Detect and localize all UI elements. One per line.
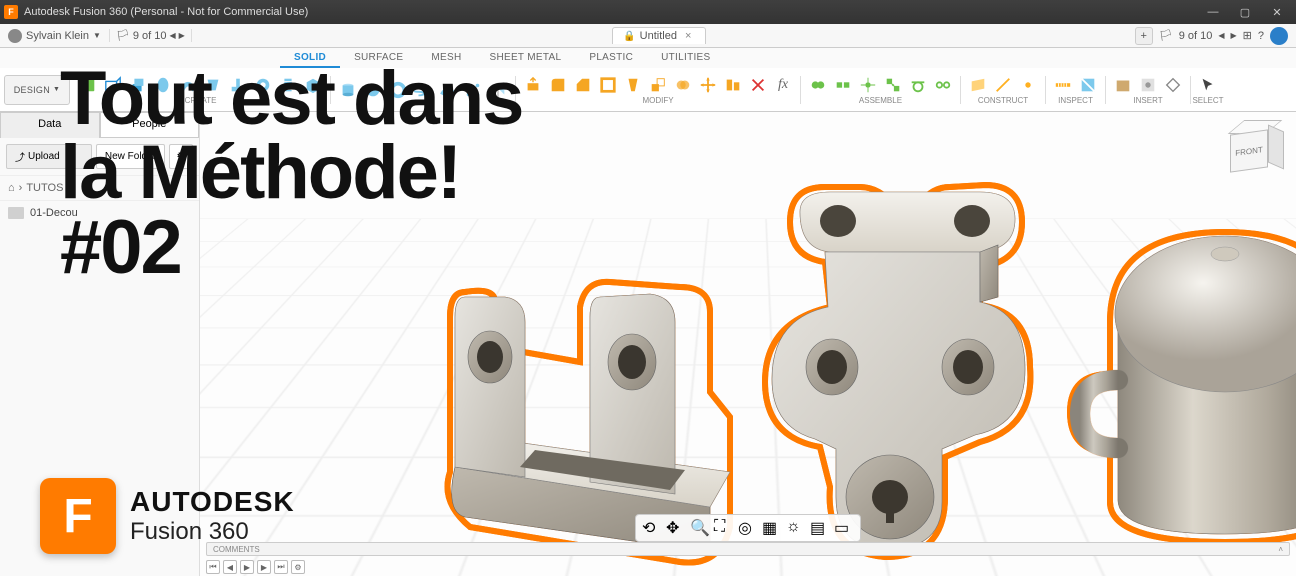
pressPull-icon[interactable] <box>521 73 545 97</box>
fusion-logo-icon: F <box>40 478 116 554</box>
page-next-right-icon[interactable]: ▶ <box>1231 31 1237 40</box>
fit-icon[interactable]: ⛶ <box>714 518 734 538</box>
section-icon[interactable] <box>1076 73 1100 97</box>
zoom-icon[interactable]: 🔍 <box>690 518 710 538</box>
app-icon: F <box>4 5 18 19</box>
timeline: ⏮ ◀ ▶ ▶ ⏭ ⚙ <box>206 560 305 574</box>
page-next-icon[interactable]: ▶ <box>179 31 185 40</box>
effects-icon[interactable]: ☼ <box>786 518 806 538</box>
group-inspect-label: INSPECT <box>1058 96 1093 105</box>
group-assemble-label: ASSEMBLE <box>859 96 902 105</box>
measure-icon[interactable] <box>1051 73 1075 97</box>
app-title: Autodesk Fusion 360 (Personal - Not for … <box>24 6 308 18</box>
viewcube-front[interactable]: FRONT <box>1230 129 1268 172</box>
help-icon[interactable]: ? <box>1258 30 1264 42</box>
select-icon[interactable] <box>1196 73 1220 97</box>
close-button[interactable]: ✕ <box>1262 2 1292 22</box>
hero-line1: Tout est dans <box>60 62 522 136</box>
tab-utilities[interactable]: UTILITIES <box>647 49 724 68</box>
joint-origin-icon[interactable] <box>856 73 880 97</box>
viewcube[interactable]: FRONT <box>1226 120 1282 176</box>
notification-icon[interactable]: 🏳 <box>116 29 130 42</box>
hero-text: Tout est dans la Méthode! #02 <box>60 62 522 285</box>
user-name: Sylvain Klein <box>26 30 89 42</box>
parameters-icon[interactable]: fx <box>771 73 795 97</box>
fillet-icon[interactable] <box>546 73 570 97</box>
motion-link-icon[interactable] <box>931 73 955 97</box>
page-prev-right-icon[interactable]: ◀ <box>1218 31 1224 40</box>
joint-icon[interactable] <box>806 73 830 97</box>
minimize-button[interactable]: ― <box>1198 2 1228 22</box>
hero-line2: la Méthode! <box>60 136 522 210</box>
grid-icon[interactable]: ▤ <box>810 518 830 538</box>
tangent-icon[interactable] <box>906 73 930 97</box>
insert-decal-icon[interactable] <box>1136 73 1160 97</box>
lookAt-icon[interactable]: ◎ <box>738 518 758 538</box>
scale-icon[interactable] <box>646 73 670 97</box>
timeline-next-icon[interactable]: ▶ <box>257 560 271 574</box>
orbit-icon[interactable]: ⟲ <box>642 518 662 538</box>
extensions-icon[interactable]: ⊞ <box>1243 29 1252 42</box>
user-dropdown-icon[interactable]: ▼ <box>93 31 101 40</box>
tab-plastic[interactable]: PLASTIC <box>575 49 647 68</box>
shell-icon[interactable] <box>596 73 620 97</box>
group-modify-label: MODIFY <box>642 96 673 105</box>
group-select-label: SELECT <box>1192 96 1223 105</box>
axis-icon[interactable] <box>991 73 1015 97</box>
maximize-button[interactable]: ▢ <box>1230 2 1260 22</box>
logo-block: F AUTODESK Fusion 360 <box>40 478 295 554</box>
timeline-settings-icon[interactable]: ⚙ <box>291 560 305 574</box>
timeline-prev-icon[interactable]: ◀ <box>223 560 237 574</box>
hero-line3: #02 <box>60 211 522 285</box>
group-construct-label: CONSTRUCT <box>978 96 1028 105</box>
model-mug <box>1060 202 1296 562</box>
upload-label: Upload <box>28 151 60 162</box>
insert-mesh-icon[interactable] <box>1161 73 1185 97</box>
page-nav-label: 9 of 10 <box>133 30 167 42</box>
page-prev-icon[interactable]: ◀ <box>170 31 176 40</box>
chevron-up-icon[interactable]: ˄ <box>1278 545 1283 554</box>
draft-icon[interactable] <box>621 73 645 97</box>
group-insert-label: INSERT <box>1133 96 1162 105</box>
insert-derive-icon[interactable] <box>1111 73 1135 97</box>
timeline-play-icon[interactable]: ▶ <box>240 560 254 574</box>
document-tab[interactable]: 🔒 Untitled × <box>612 27 706 44</box>
logo-brand: AUTODESK <box>130 486 295 518</box>
delete-icon[interactable] <box>746 73 770 97</box>
notification-icon-right[interactable]: 🏳 <box>1159 29 1173 42</box>
lock-icon: 🔒 <box>623 31 635 42</box>
timeline-end-icon[interactable]: ⏭ <box>274 560 288 574</box>
account-avatar[interactable] <box>1270 27 1288 45</box>
asbuilt-icon[interactable] <box>831 73 855 97</box>
folder-icon <box>8 207 24 219</box>
pan-icon[interactable]: ✥ <box>666 518 686 538</box>
point-icon[interactable] <box>1016 73 1040 97</box>
plane-icon[interactable] <box>966 73 990 97</box>
upload-icon: ⤴ <box>15 149 25 164</box>
display-icon[interactable]: ▦ <box>762 518 782 538</box>
home-icon[interactable]: ⌂ <box>8 182 15 194</box>
workspace-label: DESIGN <box>14 85 50 95</box>
logo-product: Fusion 360 <box>130 518 295 546</box>
view-navigation-bar: ⟲ ✥ 🔍 ⛶ ◎ ▦ ☼ ▤ ▭ <box>635 514 861 542</box>
comments-bar[interactable]: COMMENTS ˄ <box>206 542 1290 556</box>
align-icon[interactable] <box>721 73 745 97</box>
document-name: Untitled <box>640 30 677 42</box>
new-tab-button[interactable]: + <box>1135 27 1153 45</box>
user-avatar-icon[interactable] <box>8 29 22 43</box>
combine-icon[interactable] <box>671 73 695 97</box>
close-tab-icon[interactable]: × <box>681 30 695 42</box>
viewport-icon[interactable]: ▭ <box>834 518 854 538</box>
breadcrumb-label[interactable]: TUTOS <box>26 182 63 194</box>
chamfer-icon[interactable] <box>571 73 595 97</box>
rigid-group-icon[interactable] <box>881 73 905 97</box>
page-nav-right-label: 9 of 10 <box>1179 30 1213 42</box>
timeline-start-icon[interactable]: ⏮ <box>206 560 220 574</box>
move-icon[interactable] <box>696 73 720 97</box>
